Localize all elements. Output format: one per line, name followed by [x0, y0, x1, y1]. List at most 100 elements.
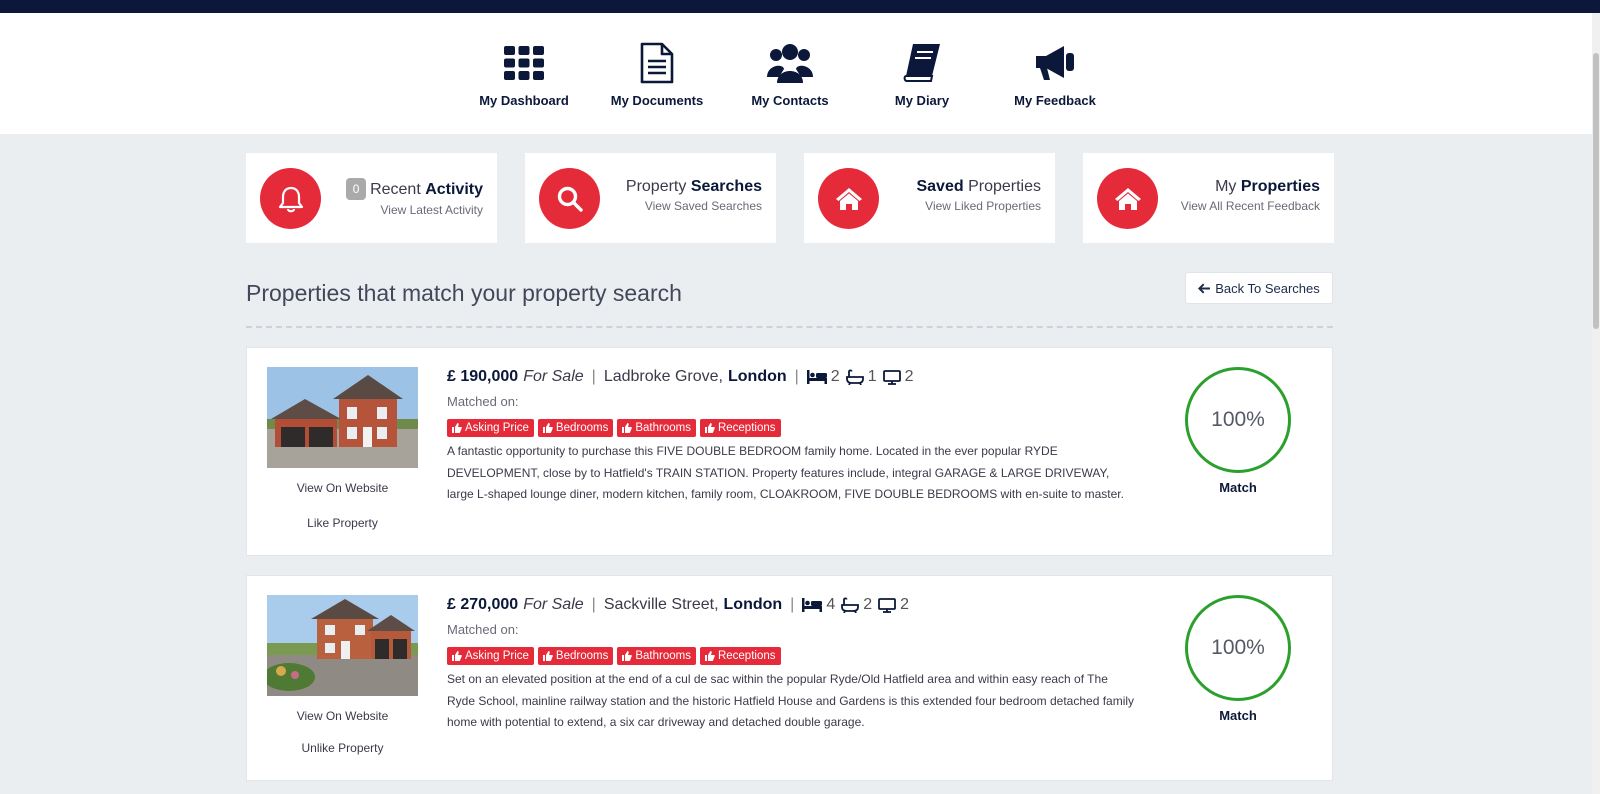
- thumbs-up-icon: [704, 423, 715, 433]
- card-title-plain: Properties: [963, 178, 1041, 195]
- property-street: Sackville Street,: [603, 596, 719, 613]
- nav-documents[interactable]: My Documents: [592, 41, 722, 108]
- nav-label: My Documents: [610, 93, 704, 108]
- bath-icon: [845, 369, 864, 385]
- match-tag: Bedrooms: [537, 647, 614, 665]
- property-street: Ladbroke Grove,: [603, 368, 723, 385]
- match-tag: Asking Price: [447, 419, 534, 437]
- property-heading: £ 190,000 For Sale | Ladbroke Grove, Lon…: [447, 368, 920, 386]
- like-property-link[interactable]: Like Property: [267, 516, 418, 530]
- nav-label: My Contacts: [751, 93, 829, 108]
- search-icon: [539, 168, 600, 229]
- top-bar: [0, 0, 1600, 13]
- match-tag-label: Bedrooms: [555, 422, 609, 434]
- section-divider: [246, 326, 1333, 328]
- nav-feedback[interactable]: My Feedback: [990, 41, 1120, 108]
- users-icon: [725, 41, 855, 85]
- card-subtitle: View Latest Activity: [380, 203, 484, 217]
- match-percentage-ring: 100%: [1185, 595, 1291, 701]
- match-tag-label: Asking Price: [465, 422, 529, 434]
- nav-label: My Feedback: [1014, 93, 1096, 108]
- property-card: View On Website Unlike Property £ 270,00…: [246, 575, 1333, 781]
- reception-count: 2: [900, 596, 910, 613]
- thumbs-up-icon: [542, 651, 553, 661]
- card-my-properties[interactable]: My Properties View All Recent Feedback: [1083, 153, 1334, 243]
- match-percentage-ring: 100%: [1185, 367, 1291, 473]
- card-recent-activity[interactable]: 0 Recent Activity View Latest Activity: [246, 153, 497, 243]
- property-card: View On Website Like Property £ 190,000 …: [246, 347, 1333, 556]
- nav-label: My Dashboard: [479, 93, 569, 108]
- match-label: Match: [1219, 708, 1257, 723]
- document-icon: [592, 41, 722, 85]
- scrollbar-thumb[interactable]: [1593, 53, 1599, 329]
- reception-tv-icon: [878, 597, 897, 613]
- back-to-searches-button[interactable]: Back To Searches: [1185, 272, 1333, 304]
- reception-tv-icon: [882, 369, 901, 385]
- view-on-website-link[interactable]: View On Website: [267, 709, 418, 723]
- property-price: £ 270,000: [447, 596, 519, 613]
- arrow-left-icon: [1198, 283, 1211, 293]
- match-tag-label: Receptions: [717, 650, 776, 662]
- match-tags: Asking Price Bedrooms Bathrooms Receptio…: [447, 419, 781, 437]
- thumbs-up-icon: [622, 651, 633, 661]
- separator: |: [591, 368, 596, 385]
- match-tag-label: Receptions: [717, 422, 776, 434]
- thumbs-up-icon: [452, 423, 462, 433]
- home-icon: [818, 168, 879, 229]
- card-subtitle: View Liked Properties: [925, 199, 1041, 213]
- main-nav: My Dashboard My Documents My Contacts My…: [0, 13, 1592, 134]
- match-tag: Bedrooms: [537, 419, 614, 437]
- match-tag-label: Asking Price: [465, 650, 529, 662]
- card-title-plain: My: [1215, 178, 1241, 195]
- scrollbar[interactable]: [1592, 13, 1600, 794]
- match-tag: Receptions: [699, 647, 781, 665]
- nav-contacts[interactable]: My Contacts: [725, 41, 855, 108]
- match-tag: Bathrooms: [617, 419, 696, 437]
- bath-count: 2: [863, 596, 873, 613]
- unlike-property-link[interactable]: Unlike Property: [267, 741, 418, 755]
- reception-count: 2: [904, 368, 914, 385]
- property-photo[interactable]: [267, 595, 418, 696]
- property-photo[interactable]: [267, 367, 418, 468]
- card-title-bold: Properties: [1240, 178, 1320, 195]
- bed-icon: [802, 598, 823, 612]
- activity-count-badge: 0: [346, 178, 367, 200]
- th-grid-icon: [459, 41, 589, 85]
- card-title-plain: Recent: [370, 181, 426, 198]
- card-saved-properties[interactable]: Saved Properties View Liked Properties: [804, 153, 1055, 243]
- card-property-searches[interactable]: Property Searches View Saved Searches: [525, 153, 776, 243]
- thumbs-up-icon: [452, 651, 462, 661]
- property-description: Set on an elevated position at the end o…: [447, 672, 1135, 729]
- card-title-bold: Activity: [425, 181, 483, 198]
- bath-icon: [841, 597, 860, 613]
- view-on-website-link[interactable]: View On Website: [267, 481, 418, 495]
- separator: |: [591, 596, 596, 613]
- nav-diary[interactable]: My Diary: [857, 41, 987, 108]
- bell-icon: [260, 168, 321, 229]
- match-tag: Asking Price: [447, 647, 534, 665]
- match-tag: Receptions: [699, 419, 781, 437]
- thumbs-up-icon: [542, 423, 553, 433]
- match-label: Match: [1219, 480, 1257, 495]
- property-status: For Sale: [523, 596, 584, 613]
- property-city: London: [728, 368, 787, 385]
- card-subtitle: View Saved Searches: [644, 199, 762, 213]
- property-heading: £ 270,000 For Sale | Sackville Street, L…: [447, 596, 915, 614]
- match-tag-label: Bathrooms: [635, 650, 691, 662]
- thumbs-up-icon: [704, 651, 715, 661]
- card-subtitle: View All Recent Feedback: [1180, 199, 1320, 213]
- nav-dashboard[interactable]: My Dashboard: [459, 41, 589, 108]
- bed-count: 2: [830, 368, 840, 385]
- book-icon: [857, 41, 987, 85]
- match-percent: 100%: [1211, 408, 1265, 431]
- match-percent: 100%: [1211, 636, 1265, 659]
- bath-count: 1: [867, 368, 877, 385]
- separator: |: [790, 596, 795, 613]
- thumbs-up-icon: [622, 423, 633, 433]
- matched-on-label: Matched on:: [447, 394, 519, 409]
- card-title-plain: Property: [625, 178, 691, 195]
- bed-icon: [806, 370, 827, 384]
- property-price: £ 190,000: [447, 368, 519, 385]
- card-title-bold: Saved: [916, 178, 964, 195]
- nav-label: My Diary: [894, 93, 950, 108]
